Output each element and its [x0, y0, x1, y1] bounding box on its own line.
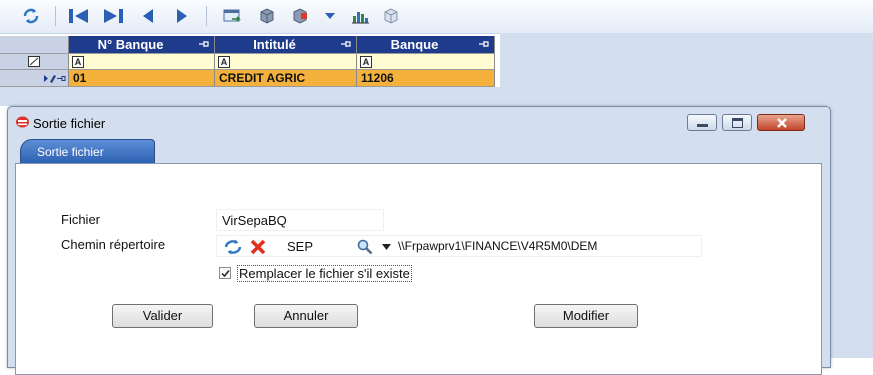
row-header-current [0, 70, 69, 87]
refresh-icon[interactable] [223, 238, 243, 256]
chemin-repertoire-label: Chemin répertoire [61, 237, 166, 252]
minimize-icon [697, 124, 708, 127]
toolbar-separator [55, 6, 56, 26]
filter-operator-icon[interactable]: A [72, 56, 84, 68]
minimize-button[interactable] [687, 114, 717, 131]
fichier-input[interactable]: VirSepaBQ [216, 209, 384, 231]
remplacer-checkbox[interactable] [219, 267, 231, 279]
grid-empty-area [69, 87, 500, 106]
delete-record-icon[interactable] [289, 3, 311, 29]
search-icon[interactable] [356, 238, 374, 256]
row-header-corner [0, 36, 69, 54]
chevron-down-icon[interactable] [382, 244, 391, 251]
filter-cell-banque[interactable]: A [357, 54, 495, 70]
row-header-filter [0, 54, 69, 70]
checkmark-icon [221, 270, 230, 278]
filter-cell-intitule[interactable]: A [215, 54, 357, 70]
fichier-label: Fichier [61, 212, 101, 227]
column-header-num-banque[interactable]: N° Banque [69, 36, 215, 54]
grid-header-row: N° Banque Intitulé Banque [0, 36, 495, 54]
column-header-banque[interactable]: Banque [357, 36, 495, 54]
grid-empty-area [0, 87, 69, 106]
column-header-intitule[interactable]: Intitulé [215, 36, 357, 54]
cell-value: 11206 [361, 71, 394, 85]
dialog-titlebar[interactable]: Sortie fichier [8, 107, 830, 139]
export-icon[interactable] [221, 3, 243, 29]
close-button[interactable] [757, 114, 805, 131]
chemin-path-value: \\Frpawprv1\FINANCE\V4R5M0\DEM [398, 239, 598, 253]
refresh-icon[interactable] [20, 3, 42, 29]
column-header-label: N° Banque [97, 37, 164, 52]
first-record-icon[interactable] [65, 3, 93, 29]
filter-row-icon[interactable] [28, 56, 40, 67]
pin-icon[interactable] [199, 40, 209, 48]
annuler-button[interactable]: Annuler [254, 304, 358, 328]
table-row[interactable]: 01 CREDIT AGRIC 11206 [0, 70, 495, 87]
delete-icon[interactable] [249, 238, 267, 256]
fichier-value: VirSepaBQ [222, 213, 287, 228]
next-record-icon[interactable] [172, 3, 192, 29]
chemin-code-value: SEP [287, 239, 314, 254]
sortie-fichier-dialog: Sortie fichier Sortie fichier Fichier Vi… [7, 106, 831, 375]
last-record-icon[interactable] [99, 3, 127, 29]
filter-operator-icon[interactable]: A [360, 56, 372, 68]
chart-icon[interactable] [349, 3, 371, 29]
valider-button[interactable]: Valider [112, 304, 213, 328]
maximize-button[interactable] [722, 114, 752, 131]
cell-value: CREDIT AGRIC [219, 71, 306, 85]
add-record-icon[interactable] [256, 3, 278, 29]
cell-num-banque[interactable]: 01 [69, 70, 215, 87]
tab-sortie-fichier[interactable]: Sortie fichier [20, 139, 155, 163]
edit-row-icon [44, 75, 66, 83]
modifier-button[interactable]: Modifier [534, 304, 638, 328]
background-area [829, 33, 873, 358]
dropdown-icon[interactable] [322, 3, 338, 29]
filter-cell-num-banque[interactable]: A [69, 54, 215, 70]
grid-empty-area [500, 33, 829, 106]
cell-banque[interactable]: 11206 [357, 70, 495, 87]
cell-intitule[interactable]: CREDIT AGRIC [215, 70, 357, 87]
maximize-icon [732, 118, 743, 128]
dialog-panel: Fichier VirSepaBQ Chemin répertoire SEP … [15, 163, 822, 375]
toolbar-separator [206, 6, 207, 26]
close-icon [777, 118, 787, 128]
remplacer-label[interactable]: Remplacer le fichier s'il existe [237, 265, 412, 282]
cell-value: 01 [73, 71, 87, 85]
grid-filter-row: A A A [0, 54, 495, 70]
previous-record-icon[interactable] [138, 3, 158, 29]
pin-icon[interactable] [341, 40, 351, 48]
app-icon [16, 116, 29, 128]
dialog-title: Sortie fichier [33, 116, 106, 131]
cube-icon[interactable] [380, 3, 402, 29]
pin-icon[interactable] [479, 40, 489, 48]
tab-label: Sortie fichier [37, 145, 104, 159]
chemin-repertoire-field: SEP \\Frpawprv1\FINANCE\V4R5M0\DEM [216, 235, 702, 257]
column-header-label: Banque [390, 37, 439, 52]
filter-operator-icon[interactable]: A [218, 56, 230, 68]
column-header-label: Intitulé [253, 37, 296, 52]
toolbar [0, 0, 873, 34]
